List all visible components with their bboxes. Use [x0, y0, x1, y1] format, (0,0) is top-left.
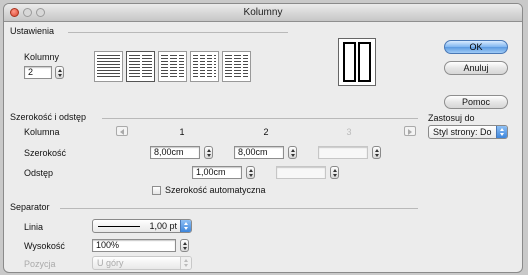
column-1-width-field[interactable]: 8,00cm — [150, 146, 200, 159]
spacing-1-field[interactable]: 1,00cm — [192, 166, 242, 179]
separator-divider — [60, 208, 418, 209]
preview-column-2 — [358, 42, 371, 82]
window-title: Kolumny — [243, 7, 283, 18]
kolumny-label: Kolumny — [24, 52, 60, 62]
one-column-layout-icon[interactable] — [94, 51, 123, 82]
line-swatch — [98, 226, 140, 227]
column-3-width-field — [318, 146, 368, 159]
three-column-layout-icon[interactable] — [158, 51, 187, 82]
column-row-label: Kolumna — [24, 127, 60, 137]
cancel-button[interactable]: Anuluj — [444, 61, 508, 75]
kolumny-count-field[interactable]: 2 — [24, 66, 52, 79]
right-arrow-icon[interactable] — [404, 126, 416, 136]
preview-column-1 — [343, 42, 356, 82]
auto-width-checkbox[interactable] — [152, 186, 161, 195]
four-column-layout-icon[interactable] — [190, 51, 219, 82]
kolumny-dialog: Kolumny Ustawienia Kolumny 2 OK Anuluj P… — [3, 3, 523, 273]
column-number-1: 1 — [179, 127, 185, 137]
auto-width-label: Szerokość automatyczna — [165, 185, 266, 195]
width-spacing-section-label: Szerokość i odstęp — [10, 112, 87, 122]
width-row-label: Szerokość — [24, 148, 67, 158]
width-spacing-divider — [102, 118, 418, 119]
position-value: U góry — [97, 258, 124, 268]
kolumny-stepper[interactable] — [55, 66, 64, 79]
position-popup[interactable]: U góry — [92, 256, 192, 270]
two-column-layout-icon[interactable] — [126, 51, 155, 82]
popup-arrows-icon — [180, 257, 191, 269]
spacing-row-label: Odstęp — [24, 168, 54, 178]
column-2-width-field[interactable]: 8,00cm — [234, 146, 284, 159]
help-button[interactable]: Pomoc — [444, 95, 508, 109]
spacing-2-field — [276, 166, 326, 179]
line-style-popup[interactable]: 1,00 pt — [92, 219, 192, 233]
separator-section-label: Separator — [10, 202, 50, 212]
column-preview — [338, 38, 376, 86]
ustawienia-divider — [68, 32, 288, 33]
popup-arrows-icon — [496, 126, 507, 138]
title-bar: Kolumny — [4, 4, 522, 22]
line-label: Linia — [24, 222, 44, 232]
ustawienia-section-label: Ustawienia — [10, 26, 55, 36]
column-1-width-stepper[interactable] — [204, 146, 213, 159]
column-3-width-stepper[interactable] — [372, 146, 381, 159]
spacing-2-stepper[interactable] — [330, 166, 339, 179]
apply-to-popup[interactable]: Styl strony: Do — [428, 125, 508, 139]
height-field[interactable]: 100% — [92, 239, 176, 252]
position-label: Pozycja — [24, 259, 56, 269]
left-arrow-icon[interactable] — [116, 126, 128, 136]
column-number-3: 3 — [346, 127, 352, 137]
ok-button[interactable]: OK — [444, 40, 508, 54]
column-2-width-stepper[interactable] — [288, 146, 297, 159]
height-stepper[interactable] — [180, 239, 189, 252]
apply-to-value: Styl strony: Do — [433, 127, 492, 137]
line-width-value: 1,00 pt — [149, 221, 177, 231]
popup-arrows-icon — [180, 220, 191, 232]
five-column-layout-icon[interactable] — [222, 51, 251, 82]
column-number-2: 2 — [263, 127, 269, 137]
height-label: Wysokość — [24, 241, 65, 251]
apply-to-label: Zastosuj do — [428, 113, 475, 123]
spacing-1-stepper[interactable] — [246, 166, 255, 179]
